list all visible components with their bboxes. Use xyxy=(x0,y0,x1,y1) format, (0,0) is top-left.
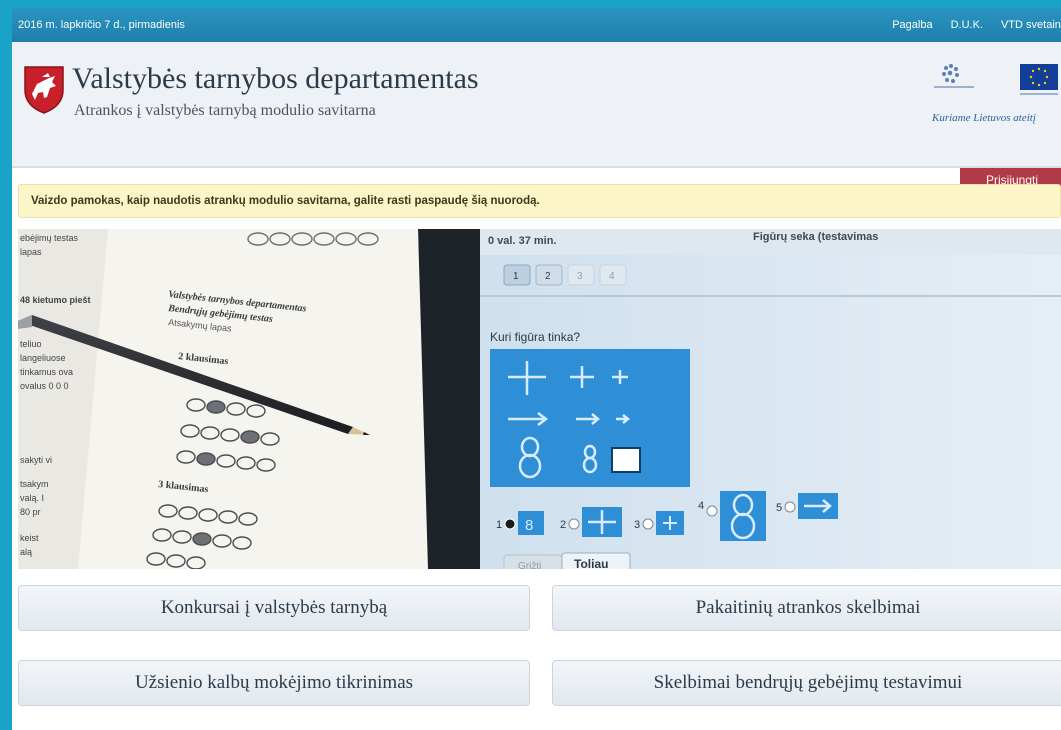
svg-text:sakyti vi: sakyti vi xyxy=(20,455,52,465)
page-subtitle: Atrankos į valstybės tarnybą modulio sav… xyxy=(74,102,376,119)
eu-slogan: Kuriame Lietuvos ateitį xyxy=(932,112,1036,124)
video-tutorial-notice: Vaizdo pamokas, kaip naudotis atrankų mo… xyxy=(18,184,1061,218)
vtd-site-link[interactable]: VTD svetainė xyxy=(1001,19,1061,31)
coat-of-arms-icon[interactable] xyxy=(22,64,66,114)
general-ability-testing-button[interactable]: Skelbimai bendrųjų gebėjimų testavimui xyxy=(552,660,1061,706)
option-label: 5 xyxy=(776,502,782,514)
svg-text:ebėjimų testas: ebėjimų testas xyxy=(20,233,79,243)
frame-top-border xyxy=(0,0,1061,8)
video-tutorial-link[interactable]: Vaizdo pamokas, kaip naudotis atrankų mo… xyxy=(31,195,540,207)
eu-funds-logo-icon xyxy=(934,64,1058,95)
substitute-selection-button[interactable]: Pakaitinių atrankos skelbimai xyxy=(552,585,1061,631)
option-label: 3 xyxy=(634,519,640,531)
test-prev-button: Grįžti xyxy=(518,561,541,569)
top-bar: 2016 m. lapkričio 7 d., pirmadienis Paga… xyxy=(12,8,1061,42)
test-timer: 0 val. 37 min. xyxy=(488,235,556,247)
svg-text:lapas: lapas xyxy=(20,247,42,257)
svg-text:alą: alą xyxy=(20,547,32,557)
banner-photo: 0 val. 37 min. Figūrų seka (testavimas 1… xyxy=(18,229,1061,569)
header-divider xyxy=(12,166,1061,168)
page-tab-label: 1 xyxy=(513,271,519,282)
svg-text:tinkamus ova: tinkamus ova xyxy=(20,367,73,377)
svg-text:48 kietumo piešt: 48 kietumo piešt xyxy=(20,295,91,305)
svg-text:tsakym: tsakym xyxy=(20,479,49,489)
svg-text:langeliuose: langeliuose xyxy=(20,353,66,363)
option-label: 2 xyxy=(560,519,566,531)
top-links: Pagalba D.U.K. VTD svetainė xyxy=(892,19,1061,31)
help-link[interactable]: Pagalba xyxy=(892,19,932,31)
svg-text:teliuo: teliuo xyxy=(20,339,42,349)
svg-text:keist: keist xyxy=(20,533,39,543)
svg-text:ovalus 0 0 0: ovalus 0 0 0 xyxy=(20,381,69,391)
competitions-button[interactable]: Konkursai į valstybės tarnybą xyxy=(18,585,530,631)
browser-frame: 2016 m. lapkričio 7 d., pirmadienis Paga… xyxy=(0,0,1061,730)
faq-link[interactable]: D.U.K. xyxy=(951,19,983,31)
svg-text:80 pr: 80 pr xyxy=(20,507,41,517)
language-testing-button[interactable]: Užsienio kalbų mokėjimo tikrinimas xyxy=(18,660,530,706)
option-label: 1 xyxy=(496,519,502,531)
test-next-button: Toliau xyxy=(574,557,608,569)
site-header: Valstybės tarnybos departamentas Atranko… xyxy=(12,42,1061,194)
page: 2016 m. lapkričio 7 d., pirmadienis Paga… xyxy=(12,8,1061,730)
page-tab-label: 2 xyxy=(545,271,551,282)
current-date: 2016 m. lapkričio 7 d., pirmadienis xyxy=(18,19,185,31)
svg-text:8: 8 xyxy=(525,517,533,534)
page-tab-label: 3 xyxy=(577,271,583,282)
option-label: 4 xyxy=(698,500,704,512)
frame-left-border xyxy=(0,0,12,730)
svg-text:valą. I: valą. I xyxy=(20,493,44,503)
test-question: Kuri figūra tinka? xyxy=(490,330,580,344)
hero-banner-image: 0 val. 37 min. Figūrų seka (testavimas 1… xyxy=(18,229,1061,569)
test-title: Figūrų seka (testavimas xyxy=(753,231,878,243)
page-tab-label: 4 xyxy=(609,271,615,282)
notice-text: Vaizdo pamokas, kaip naudotis atrankų mo… xyxy=(31,195,540,207)
page-title: Valstybės tarnybos departamentas xyxy=(72,62,479,95)
